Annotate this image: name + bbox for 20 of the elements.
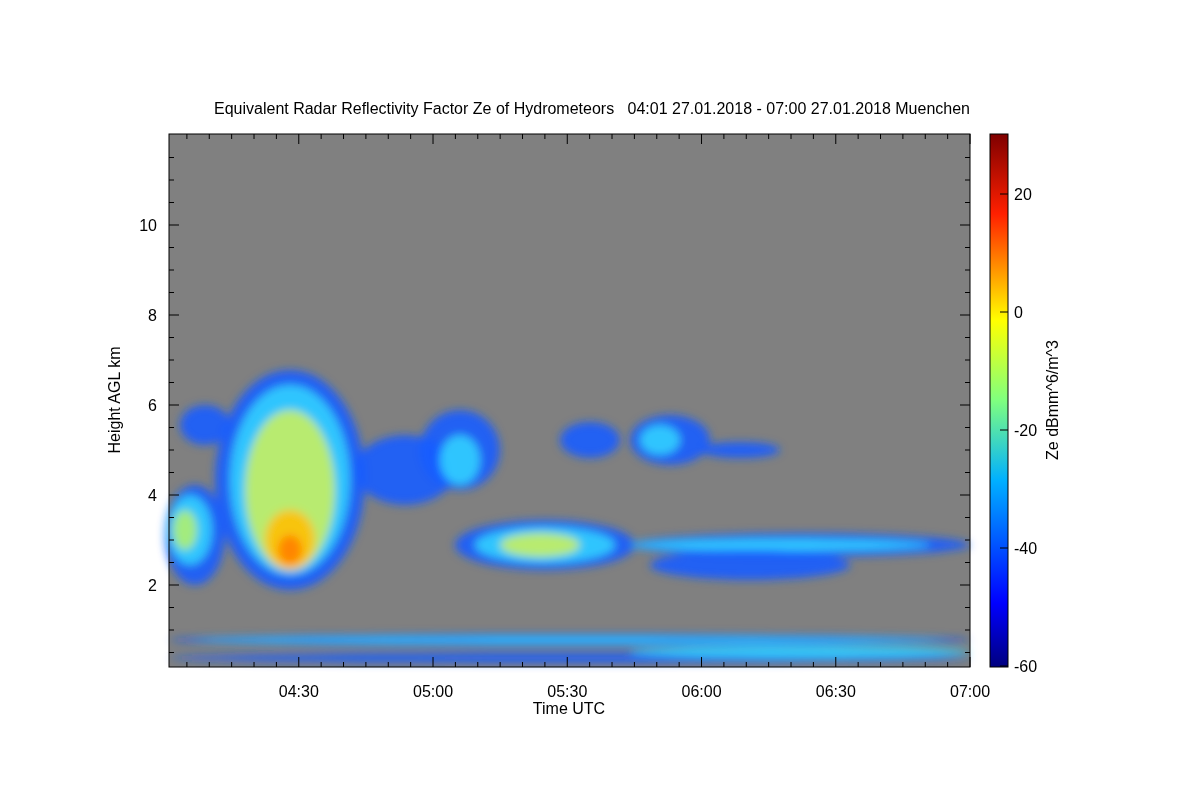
x-tick-label: 07:00 xyxy=(950,683,991,700)
y-axis-label: Height AGL km xyxy=(106,346,123,454)
colorbar-tick-label: -60 xyxy=(1014,658,1038,675)
y-tick-label: 6 xyxy=(148,397,157,414)
colorbar-tick-label: 20 xyxy=(1014,186,1032,203)
y-tick-label: 4 xyxy=(148,487,157,504)
x-tick-label: 06:30 xyxy=(815,683,856,700)
colorbar-label: Ze dBmm^6/m^3 xyxy=(1044,340,1061,460)
colorbar-tick-label: -20 xyxy=(1014,422,1038,439)
colorbar-tick-label: -40 xyxy=(1014,540,1038,557)
chart-title: Equivalent Radar Reflectivity Factor Ze of Hydrometeors 04:01 27.01.2018 - 07:00 27.01.2018 Muenchen xyxy=(214,100,970,117)
x-tick-label: 06:00 xyxy=(681,683,722,700)
x-tick-label: 05:30 xyxy=(547,683,588,700)
x-tick-label: 04:30 xyxy=(278,683,319,700)
y-tick-label: 10 xyxy=(139,217,157,234)
y-tick-label: 8 xyxy=(148,307,157,324)
x-tick-label: 05:00 xyxy=(413,683,454,700)
x-axis-label: Time UTC xyxy=(532,700,606,717)
y-tick-label: 2 xyxy=(148,577,157,594)
colorbar-tick-label: 0 xyxy=(1014,304,1023,321)
